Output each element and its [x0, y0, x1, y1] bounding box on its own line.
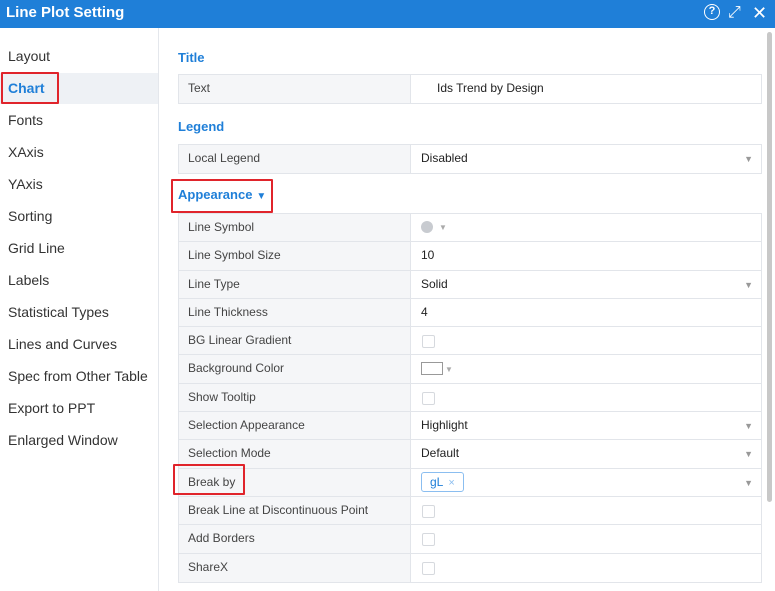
section-legend-heading: Legend — [178, 119, 225, 134]
setting-label: Background Color — [179, 355, 411, 383]
setting-row-local-legend[interactable]: Local Legend Disabled ▼ — [179, 145, 761, 174]
circle-symbol-icon — [421, 220, 433, 233]
setting-row-line-type: Line Type Solid ▼ — [179, 270, 761, 299]
line-symbol-size-input[interactable]: 10 — [412, 242, 761, 269]
bg-linear-gradient-cell — [412, 327, 761, 354]
setting-row-show-tooltip: Show Tooltip — [179, 383, 761, 413]
sidebar-item-fonts[interactable]: Fonts — [8, 112, 43, 128]
selection-appearance-select[interactable]: Highlight ▼ — [412, 412, 761, 439]
add-borders-checkbox[interactable] — [422, 533, 435, 547]
select-value: Highlight — [421, 418, 468, 433]
setting-row-break-by: Break by gL × ▼ — [179, 468, 761, 497]
sidebar-item-statistical-types[interactable]: Statistical Types — [8, 304, 109, 320]
setting-label: Line Symbol Size — [179, 242, 411, 270]
chevron-down-icon[interactable]: ▼ — [744, 145, 753, 173]
line-thickness-input[interactable]: 4 — [412, 299, 761, 326]
setting-row-text: Text Ids Trend by Design — [179, 75, 761, 104]
caret-down-icon[interactable]: ▼ — [256, 191, 266, 202]
section-appearance-heading[interactable]: Appearance ▼ — [178, 187, 266, 202]
sidebar-item-sorting[interactable]: Sorting — [8, 208, 52, 224]
window-titlebar: Line Plot Setting ? ⤢ ✕ — [0, 0, 775, 28]
line-symbol-picker[interactable]: ▼ — [412, 214, 761, 241]
sidebar-item-xaxis[interactable]: XAxis — [8, 144, 44, 160]
add-borders-cell — [412, 525, 761, 552]
setting-label: Line Thickness — [179, 298, 411, 327]
sidebar-item-lines-and-curves[interactable]: Lines and Curves — [8, 336, 117, 352]
setting-label: Line Type — [179, 270, 411, 298]
settings-sidebar: Layout Chart Fonts XAxis YAxis Sorting G… — [0, 28, 159, 591]
break-by-multiselect[interactable]: gL × ▼ — [412, 469, 761, 496]
color-swatch[interactable] — [421, 361, 443, 375]
setting-row-add-borders: Add Borders — [179, 525, 761, 554]
setting-row-bg-linear-gradient: BG Linear Gradient — [179, 327, 761, 356]
tag-label: gL — [430, 474, 444, 489]
setting-row-line-symbol-size: Line Symbol Size 10 — [179, 242, 761, 271]
bg-linear-gradient-checkbox[interactable] — [422, 335, 435, 349]
setting-label: Add Borders — [179, 525, 411, 553]
break-line-cell — [412, 497, 761, 524]
chevron-down-icon[interactable]: ▼ — [744, 440, 753, 468]
setting-row-break-line-at-discontinuous-point: Break Line at Discontinuous Point — [179, 496, 761, 526]
legend-section-table: Local Legend Disabled ▼ — [178, 144, 762, 175]
chevron-down-icon[interactable]: ▼ — [744, 469, 753, 497]
sidebar-item-enlarged-window[interactable]: Enlarged Window — [8, 432, 118, 448]
sidebar-item-spec-from-other-table[interactable]: Spec from Other Table — [8, 368, 148, 384]
scrollbar-thumb[interactable] — [767, 32, 772, 502]
title-text-input[interactable]: Ids Trend by Design — [412, 75, 761, 103]
window-title: Line Plot Setting — [6, 4, 125, 21]
local-legend-select[interactable]: Disabled ▼ — [412, 145, 761, 173]
sharex-checkbox[interactable] — [422, 561, 435, 575]
setting-label: Line Symbol — [179, 214, 411, 242]
settings-panel: Title Text Ids Trend by Design Legend Lo… — [160, 28, 775, 591]
select-value: Default — [421, 446, 460, 461]
title-section-table: Text Ids Trend by Design — [178, 74, 762, 105]
setting-label: Break by — [179, 468, 411, 496]
setting-label: ShareX — [179, 553, 411, 582]
sidebar-item-layout[interactable]: Layout — [8, 48, 50, 64]
setting-row-selection-mode: Selection Mode Default ▼ — [179, 440, 761, 469]
setting-row-line-symbol: Line Symbol ▼ — [179, 214, 761, 243]
setting-label: Break Line at Discontinuous Point — [179, 496, 411, 525]
setting-label: Local Legend — [179, 145, 411, 174]
help-icon[interactable]: ? — [704, 4, 720, 20]
sidebar-item-chart[interactable]: Chart — [8, 80, 45, 96]
close-icon[interactable]: ✕ — [752, 2, 767, 24]
appearance-heading-label: Appearance — [178, 187, 253, 202]
section-title-heading: Title — [178, 50, 205, 65]
show-tooltip-checkbox[interactable] — [422, 391, 435, 405]
remove-tag-icon[interactable]: × — [448, 477, 454, 489]
chevron-down-icon[interactable]: ▼ — [744, 271, 753, 299]
chevron-down-icon[interactable]: ▼ — [439, 223, 447, 232]
show-tooltip-cell — [412, 384, 761, 411]
setting-row-background-color: Background Color ▼ — [179, 355, 761, 384]
sidebar-item-grid-line[interactable]: Grid Line — [8, 240, 65, 256]
setting-row-selection-appearance: Selection Appearance Highlight ▼ — [179, 412, 761, 441]
setting-label: Selection Appearance — [179, 412, 411, 440]
panel-scrollbar[interactable] — [765, 28, 775, 591]
select-value: Disabled — [421, 151, 468, 165]
setting-row-line-thickness: Line Thickness 4 — [179, 298, 761, 328]
appearance-section-table: Line Symbol ▼ Line Symbol Size 10 Line T… — [178, 213, 762, 583]
setting-label: Selection Mode — [179, 440, 411, 468]
background-color-picker[interactable]: ▼ — [412, 355, 761, 382]
setting-label: Text — [179, 75, 411, 104]
sharex-cell — [412, 554, 761, 582]
chevron-down-icon[interactable]: ▼ — [445, 365, 453, 374]
setting-label: Show Tooltip — [179, 383, 411, 412]
expand-icon[interactable]: ⤢ — [728, 2, 741, 24]
line-type-select[interactable]: Solid ▼ — [412, 271, 761, 298]
break-by-tag[interactable]: gL × — [421, 471, 464, 492]
sidebar-item-yaxis[interactable]: YAxis — [8, 176, 43, 192]
chevron-down-icon[interactable]: ▼ — [744, 412, 753, 440]
setting-row-sharex: ShareX — [179, 553, 761, 582]
sidebar-item-labels[interactable]: Labels — [8, 272, 49, 288]
break-line-checkbox[interactable] — [422, 504, 435, 518]
select-value: Solid — [421, 276, 448, 291]
setting-label: BG Linear Gradient — [179, 327, 411, 355]
selection-mode-select[interactable]: Default ▼ — [412, 440, 761, 467]
sidebar-item-export-to-ppt[interactable]: Export to PPT — [8, 400, 95, 416]
